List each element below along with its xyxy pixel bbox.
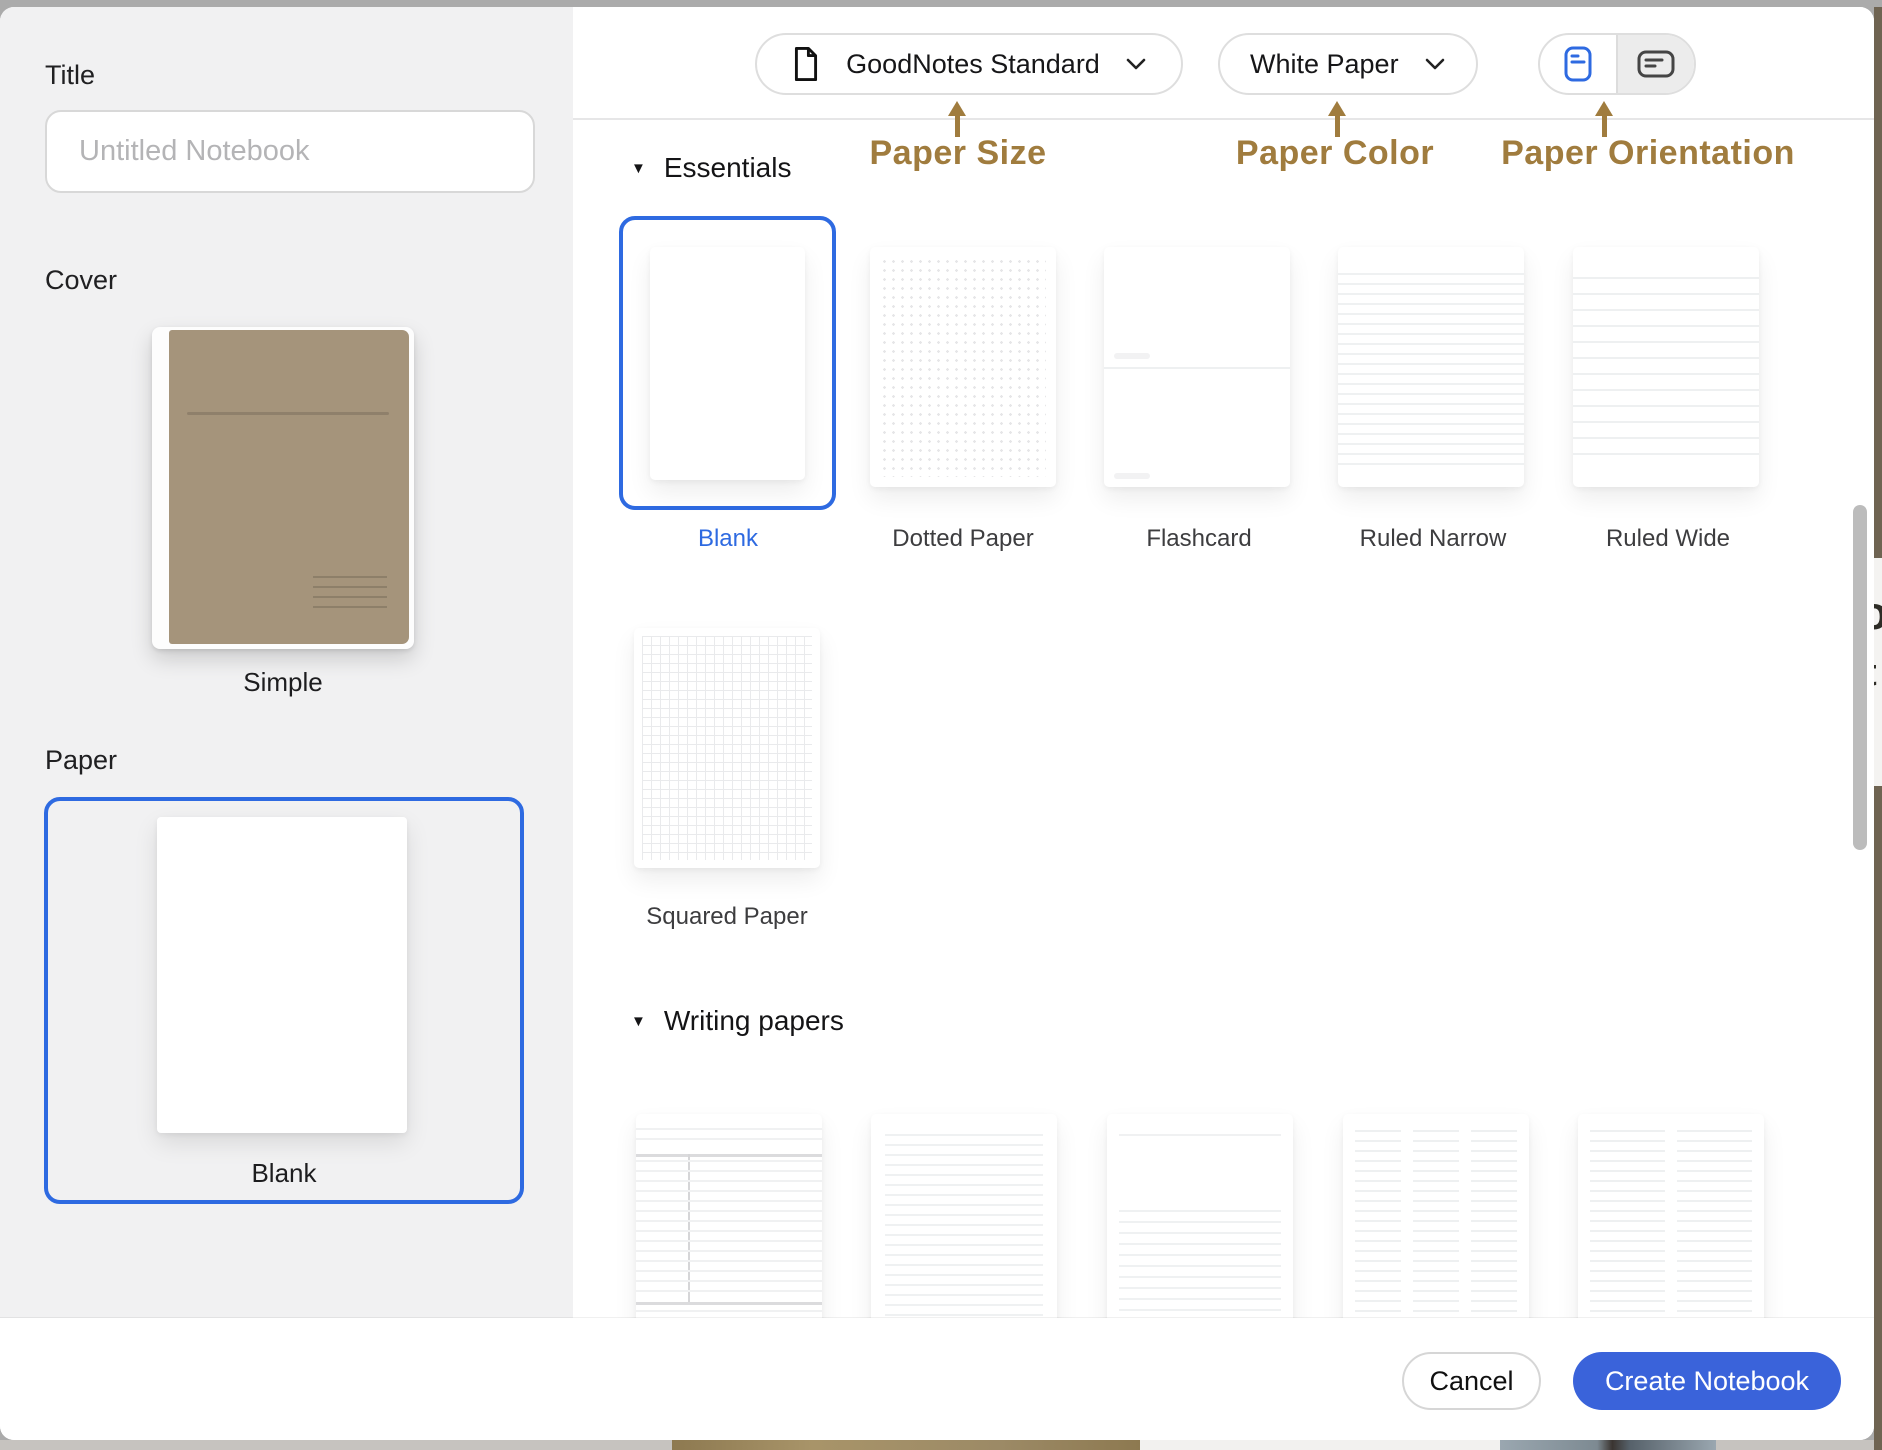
paper-option-blank[interactable] xyxy=(619,216,836,510)
ruled-narrow-pattern xyxy=(1338,273,1524,465)
portrait-notebook-icon xyxy=(1563,45,1593,83)
cornell-lines xyxy=(636,1160,822,1300)
section-title: Essentials xyxy=(664,152,792,184)
section-title: Writing papers xyxy=(664,1005,844,1037)
orientation-portrait-segment[interactable] xyxy=(1540,35,1616,93)
background-photo-tan xyxy=(672,1440,1140,1450)
paper-option-label[interactable]: Ruled Wide xyxy=(1558,525,1778,553)
landscape-notebook-icon xyxy=(1636,49,1676,79)
background-white-block xyxy=(1140,1440,1500,1450)
paper-option-label[interactable]: Dotted Paper xyxy=(853,525,1073,553)
flashcard-divider xyxy=(1104,367,1290,369)
paper-size-value: GoodNotes Standard xyxy=(839,49,1107,80)
selected-paper-preview xyxy=(157,817,407,1133)
orientation-landscape-segment[interactable] xyxy=(1616,35,1694,93)
topbar-divider xyxy=(573,118,1874,120)
cover-thumbnail-simple[interactable] xyxy=(152,327,414,649)
cornell-pattern xyxy=(636,1128,822,1148)
paper-option-dotted[interactable] xyxy=(870,247,1056,487)
document-icon xyxy=(791,46,821,82)
cover-corner-lines xyxy=(313,568,387,608)
cover-label: Cover xyxy=(45,265,117,296)
squared-pattern xyxy=(642,636,812,860)
collapse-triangle-icon: ▼ xyxy=(631,160,646,177)
notebook-title-input[interactable] xyxy=(45,110,535,193)
ruled-margin-pattern xyxy=(885,1134,1043,1338)
dotted-pattern xyxy=(880,257,1046,477)
dialog-footer: Cancel Create Notebook xyxy=(0,1318,1874,1440)
paper-option-label[interactable]: Ruled Narrow xyxy=(1323,525,1543,553)
dialog-sidebar: Title Cover Simple Paper Blank xyxy=(0,7,573,1440)
annotation-paper-orientation: Paper Orientation xyxy=(1468,134,1828,173)
annotation-paper-color: Paper Color xyxy=(1195,134,1475,173)
paper-option-label[interactable]: Blank xyxy=(618,525,838,553)
paper-color-dropdown[interactable]: White Paper xyxy=(1218,33,1478,95)
paper-option-squared[interactable] xyxy=(634,628,820,868)
paper-option-label[interactable]: Flashcard xyxy=(1089,525,1309,553)
cancel-button[interactable]: Cancel xyxy=(1402,1352,1541,1410)
section-header-essentials[interactable]: ▼ Essentials xyxy=(631,152,791,184)
cover-groove xyxy=(187,412,389,415)
two-column-pattern xyxy=(1590,1130,1752,1342)
cornell-bottom-rule xyxy=(636,1302,822,1305)
create-notebook-button[interactable]: Create Notebook xyxy=(1573,1352,1841,1410)
chevron-down-icon xyxy=(1424,57,1446,71)
title-label: Title xyxy=(45,60,95,91)
paper-caption: Blank xyxy=(174,1158,394,1189)
chevron-down-icon xyxy=(1125,57,1147,71)
vertical-scrollbar-thumb[interactable] xyxy=(1853,505,1867,850)
paper-orientation-toggle xyxy=(1538,33,1696,95)
background-photo-person xyxy=(1500,1440,1716,1450)
blank-page-preview xyxy=(650,247,805,480)
clipped-glyph: t xyxy=(1874,652,1877,695)
section-header-writing-papers[interactable]: ▼ Writing papers xyxy=(631,1005,844,1037)
paper-option-label[interactable]: Squared Paper xyxy=(617,903,837,931)
annotation-paper-size: Paper Size xyxy=(828,134,1088,173)
paper-label: Paper xyxy=(45,745,117,776)
paper-option-ruled-narrow[interactable] xyxy=(1338,247,1524,487)
screen: o t Title Cover Simple Paper Blank xyxy=(0,0,1882,1450)
paper-color-value: White Paper xyxy=(1250,49,1399,80)
background-right-edge: o t xyxy=(1874,7,1882,1450)
letter-top-rule xyxy=(1119,1134,1281,1136)
cornell-top-rule xyxy=(636,1154,822,1157)
ruled-wide-pattern xyxy=(1573,277,1759,461)
cover-front xyxy=(169,330,409,644)
flashcard-mark xyxy=(1114,353,1150,359)
three-column-pattern xyxy=(1355,1130,1517,1342)
collapse-triangle-icon: ▼ xyxy=(631,1013,646,1030)
paper-size-dropdown[interactable]: GoodNotes Standard xyxy=(755,33,1183,95)
paper-option-ruled-wide[interactable] xyxy=(1573,247,1759,487)
paper-option-flashcard[interactable] xyxy=(1104,247,1290,487)
clipped-glyph: o xyxy=(1874,586,1882,640)
create-notebook-dialog: Title Cover Simple Paper Blank xyxy=(0,7,1874,1440)
background-right-window: o t xyxy=(1874,558,1882,786)
flashcard-mark xyxy=(1114,473,1150,479)
background-app-strip xyxy=(0,1440,1882,1450)
cover-caption: Simple xyxy=(173,667,393,698)
